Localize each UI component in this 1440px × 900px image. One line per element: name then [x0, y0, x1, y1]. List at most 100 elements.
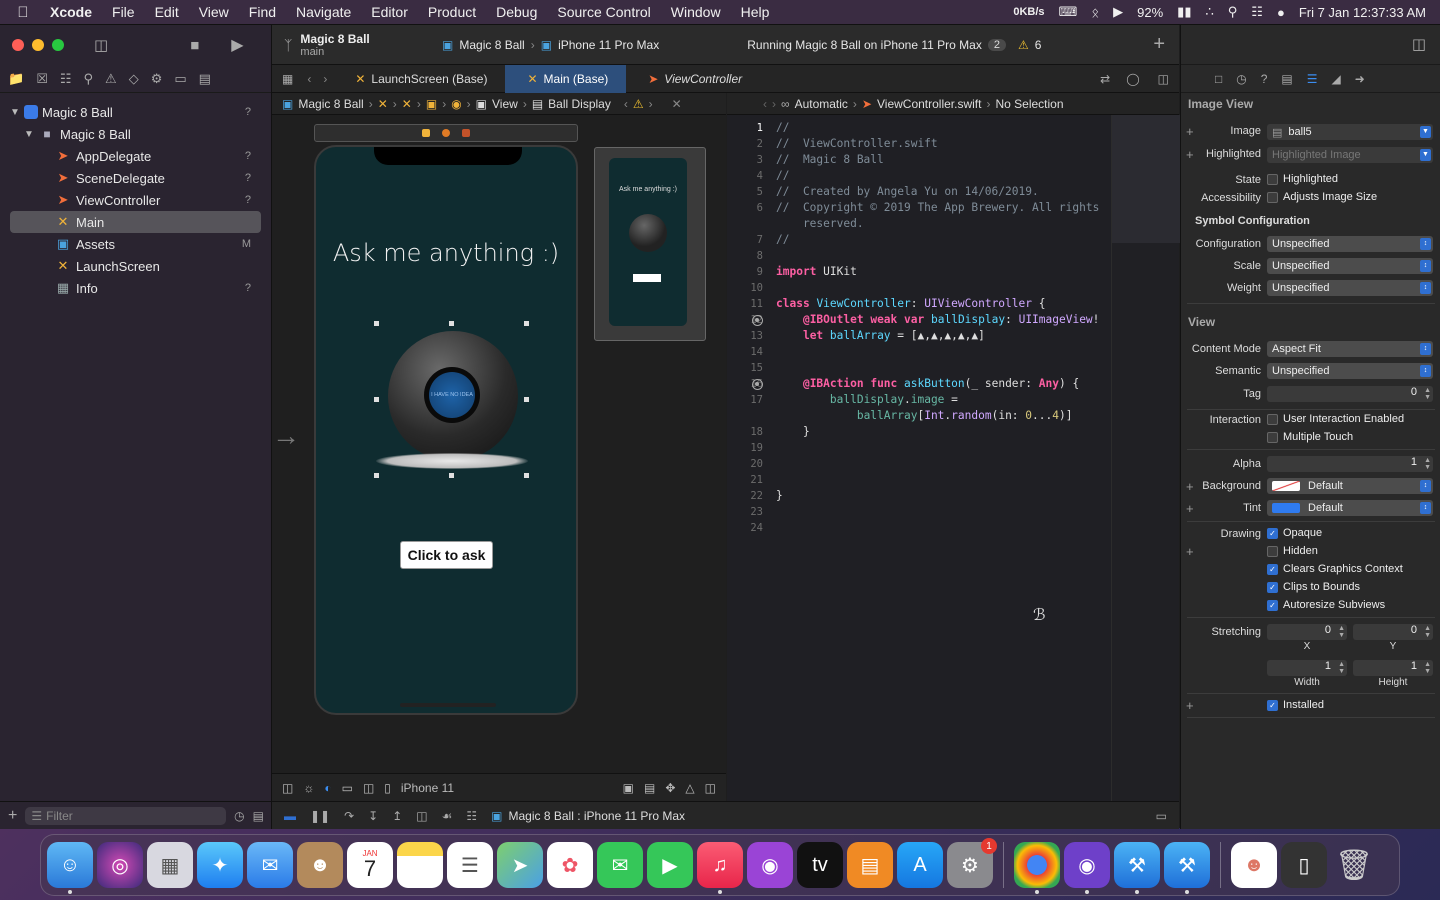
- messages-icon[interactable]: ✉: [597, 842, 643, 888]
- sidebar-toggle-icon[interactable]: ◫: [94, 36, 108, 54]
- refresh-icon[interactable]: ⇄: [1092, 72, 1118, 86]
- outlet-connection-icon[interactable]: [752, 315, 763, 326]
- highlighted-image-field[interactable]: Highlighted Image ▼: [1267, 147, 1433, 163]
- resize-handle[interactable]: [524, 321, 529, 326]
- content-mode-popup[interactable]: Aspect Fit ↕: [1267, 341, 1433, 357]
- controller-icon[interactable]: ◉: [451, 97, 461, 111]
- menu-window[interactable]: Window: [661, 4, 731, 20]
- configuration-popup[interactable]: Unspecified ↕: [1267, 236, 1433, 252]
- resize-handle[interactable]: [374, 397, 379, 402]
- bluetooth-icon[interactable]: ᛟ: [1091, 5, 1099, 20]
- console-toggle-icon[interactable]: ▭: [1156, 809, 1167, 823]
- add-variation-icon[interactable]: +: [1186, 544, 1194, 559]
- notes-icon[interactable]: [397, 842, 443, 888]
- tab-main[interactable]: ✕ Main (Base): [505, 64, 627, 93]
- debug-area-toggle-icon[interactable]: ▬: [284, 809, 296, 823]
- tree-row-appdelegate[interactable]: ➤ AppDelegate ?: [10, 145, 261, 167]
- menu-find[interactable]: Find: [239, 4, 286, 20]
- dark-appearance-icon[interactable]: ◐: [324, 781, 331, 795]
- resize-handle[interactable]: [524, 473, 529, 478]
- light-appearance-icon[interactable]: ☼: [303, 781, 314, 795]
- align-icon[interactable]: ▤: [644, 781, 655, 795]
- code-editor[interactable]: 1 2 3 4 5 6 7 8 9 10 11 12 13 14 15 16 1…: [727, 115, 1111, 801]
- add-editor-icon[interactable]: ◫: [1148, 72, 1179, 86]
- project-title[interactable]: ᛉ Magic 8 Ball main: [284, 32, 370, 58]
- stretch-x-field[interactable]: 0 ▲ ▼: [1267, 624, 1347, 640]
- tab-launchscreen[interactable]: ✕ LaunchScreen (Base): [333, 65, 505, 93]
- image-field[interactable]: ▤ ball5 ▼: [1267, 124, 1433, 140]
- tree-row-viewcontroller[interactable]: ➤ ViewController ?: [10, 189, 261, 211]
- safari-icon[interactable]: ✦: [197, 842, 243, 888]
- device-config-label[interactable]: iPhone 11: [401, 781, 454, 795]
- resize-handle[interactable]: [524, 397, 529, 402]
- launchpad-icon[interactable]: ▦: [147, 842, 193, 888]
- report-navigator-icon[interactable]: ▤: [199, 71, 211, 87]
- stepper-icon[interactable]: ▲ ▼: [1422, 387, 1431, 401]
- adjust-editor-icon[interactable]: ◯: [1118, 72, 1147, 86]
- environment-icon[interactable]: ☷: [466, 809, 477, 823]
- stepper-icon[interactable]: ▲ ▼: [1336, 625, 1345, 639]
- menu-file[interactable]: File: [102, 4, 145, 20]
- keyboard-icon[interactable]: ⌨: [1059, 4, 1078, 20]
- tree-row-info[interactable]: ▦ Info ?: [10, 277, 261, 299]
- tag-field[interactable]: 0 ▲ ▼: [1267, 386, 1433, 402]
- xcode-beta-icon[interactable]: ⚒: [1164, 842, 1210, 894]
- stepper-icon[interactable]: ▲ ▼: [1422, 661, 1431, 675]
- stretch-height-field[interactable]: 1 ▲ ▼: [1353, 660, 1433, 676]
- magic-ball-image[interactable]: I HAVE NO IDEA: [388, 331, 518, 461]
- tree-row-main[interactable]: ✕ Main: [10, 211, 261, 233]
- device-selector[interactable]: iPhone 11 Pro Max: [558, 38, 659, 52]
- clears-graphics-context-checkbox[interactable]: ✓ Clears Graphics Context: [1267, 563, 1403, 575]
- chrome-icon[interactable]: [1014, 842, 1060, 894]
- minimap-visible-region[interactable]: [1112, 115, 1180, 243]
- warning-icon[interactable]: ⚠: [633, 97, 644, 111]
- storyboard-canvas[interactable]: → Ask me anything :) I HAVE NO IDEA Clic…: [272, 115, 726, 773]
- minimap[interactable]: [1111, 115, 1180, 801]
- zoom-button[interactable]: [52, 39, 64, 51]
- tint-color-popup[interactable]: Default ↕: [1267, 500, 1433, 516]
- step-out-icon[interactable]: ↥: [392, 809, 402, 823]
- breadcrumb-automatic[interactable]: Automatic: [795, 97, 848, 111]
- stretch-y-field[interactable]: 0 ▲ ▼: [1353, 624, 1433, 640]
- music-icon[interactable]: ♫: [697, 842, 743, 894]
- resize-handle[interactable]: [449, 473, 454, 478]
- embed-icon[interactable]: ◫: [705, 781, 716, 795]
- inspector-toggle-icon[interactable]: ◫: [1412, 35, 1426, 53]
- warning-count[interactable]: 6: [1035, 38, 1042, 52]
- books-icon[interactable]: ▤: [847, 842, 893, 888]
- github-desktop-icon[interactable]: ◉: [1064, 842, 1110, 894]
- menu-edit[interactable]: Edit: [145, 4, 189, 20]
- menu-source-control[interactable]: Source Control: [547, 4, 660, 20]
- scene-icon[interactable]: ▣: [426, 97, 437, 111]
- hidden-checkbox[interactable]: Hidden: [1267, 545, 1318, 557]
- menu-app[interactable]: Xcode: [46, 4, 102, 20]
- breadcrumb-file[interactable]: ViewController.swift: [877, 97, 981, 111]
- help-inspector-icon[interactable]: ?: [1261, 72, 1268, 86]
- source-control-icon[interactable]: ☒: [36, 71, 48, 87]
- view-debugger-icon[interactable]: ◫: [416, 809, 427, 823]
- resize-handle[interactable]: [374, 473, 379, 478]
- filter-field[interactable]: ☰ Filter: [25, 806, 227, 825]
- reminders-icon[interactable]: ☰: [447, 842, 493, 888]
- breadcrumb-ball-display[interactable]: Ball Display: [548, 97, 611, 111]
- stepper-icon[interactable]: ▲ ▼: [1422, 457, 1431, 471]
- tree-row-project[interactable]: ▼ Magic 8 Ball ?: [10, 101, 261, 123]
- wifi-icon[interactable]: ∴: [1205, 4, 1213, 20]
- weight-popup[interactable]: Unspecified ↕: [1267, 280, 1433, 296]
- apple-icon[interactable]: : [0, 4, 46, 21]
- resolve-icon[interactable]: △: [685, 781, 694, 795]
- grid-icon[interactable]: ▦: [272, 72, 301, 86]
- xcode-icon[interactable]: ⚒: [1114, 842, 1160, 894]
- add-icon[interactable]: +: [8, 807, 17, 825]
- find-navigator-icon[interactable]: ⚲: [84, 71, 94, 87]
- background-color-popup[interactable]: Default ↕: [1267, 478, 1433, 494]
- stretch-width-field[interactable]: 1 ▲ ▼: [1267, 660, 1347, 676]
- launchscreen-thumbnail[interactable]: Ask me anything :): [594, 147, 706, 341]
- step-over-icon[interactable]: ↷: [344, 809, 354, 823]
- project-navigator-icon[interactable]: 📁: [8, 71, 24, 87]
- autoresize-subviews-checkbox[interactable]: ✓ Autoresize Subviews: [1267, 599, 1385, 611]
- debug-target-label[interactable]: Magic 8 Ball : iPhone 11 Pro Max: [509, 809, 686, 823]
- tree-row-scenedelegate[interactable]: ➤ SceneDelegate ?: [10, 167, 261, 189]
- next-issue-icon[interactable]: ›: [649, 97, 653, 111]
- clock[interactable]: Fri 7 Jan 12:37:33 AM: [1299, 5, 1426, 20]
